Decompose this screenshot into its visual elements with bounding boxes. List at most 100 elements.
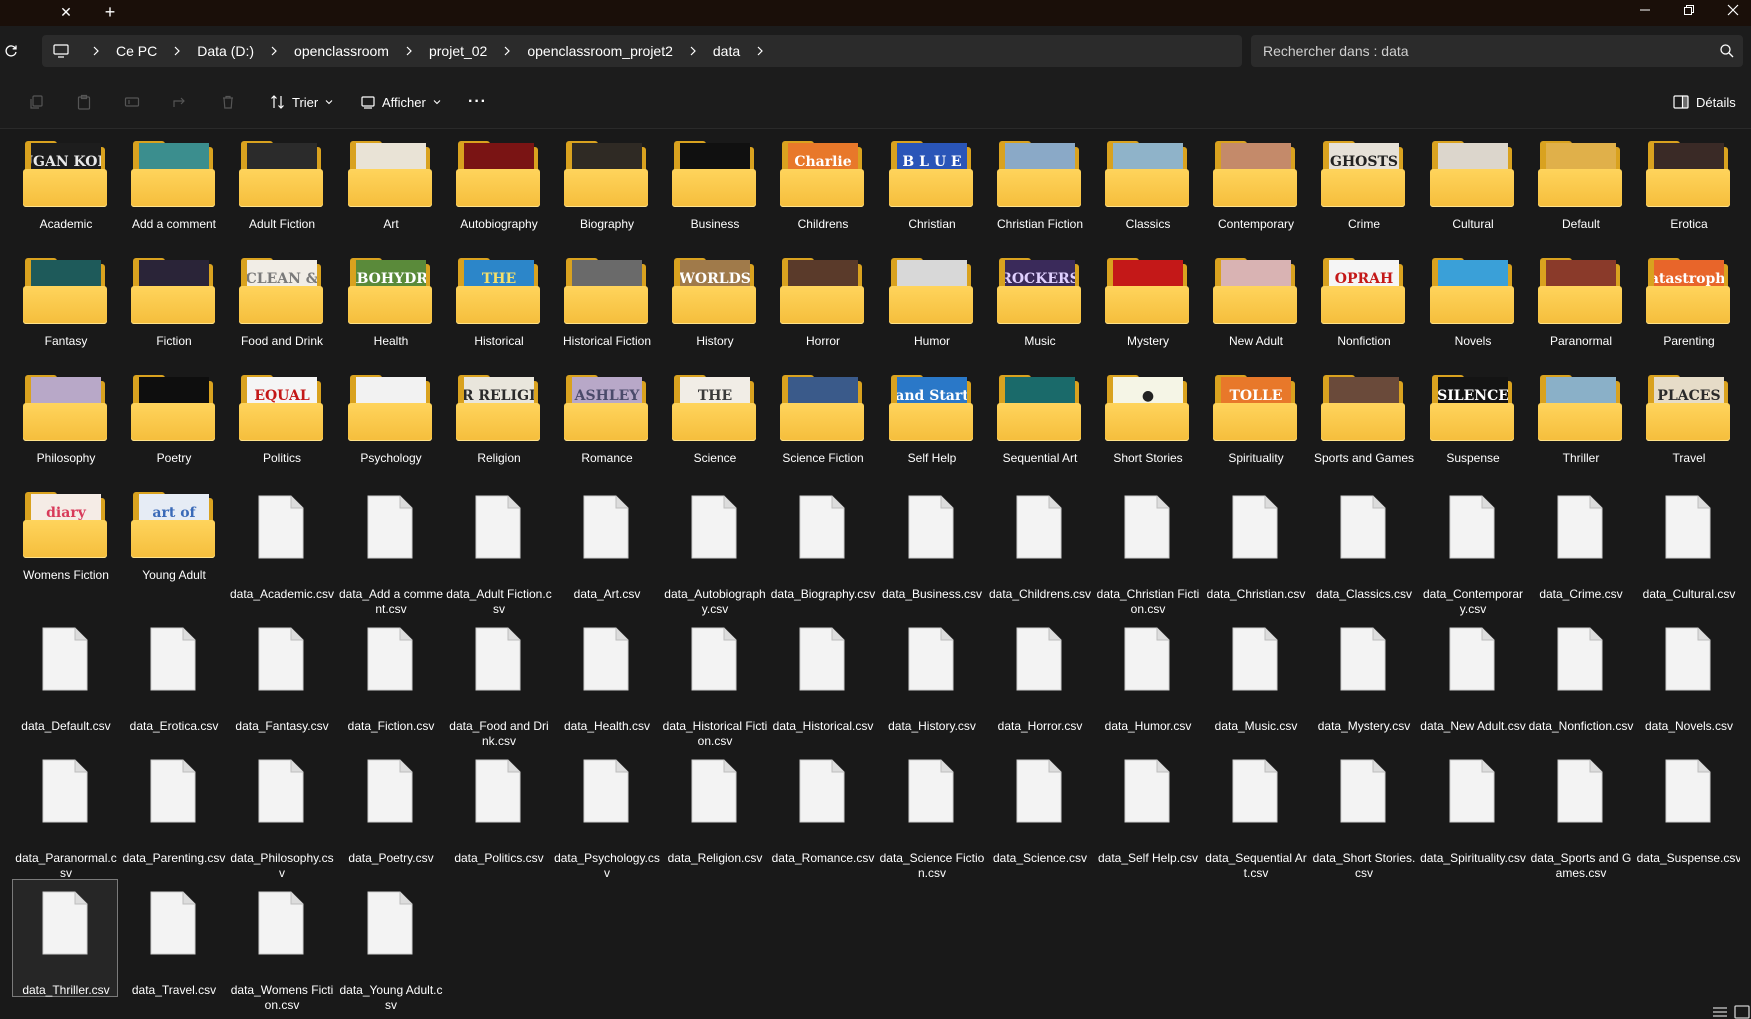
folder-christian[interactable]: B L U E Christian bbox=[878, 132, 984, 244]
file-data-science-fiction-csv[interactable]: data_Science Fiction.csv bbox=[878, 747, 984, 880]
file-data-novels-csv[interactable]: data_Novels.csv bbox=[1635, 615, 1740, 733]
new-tab-button[interactable]: + bbox=[98, 1, 122, 23]
folder-default[interactable]: Default bbox=[1527, 132, 1633, 244]
breadcrumb-chevron-icon[interactable] bbox=[258, 35, 290, 67]
file-data-historical-fiction-csv[interactable]: data_Historical Fiction.csv bbox=[661, 615, 767, 748]
folder-adult-fiction[interactable]: Adult Fiction bbox=[228, 132, 334, 244]
breadcrumb-item-ce-pc[interactable]: Ce PC bbox=[112, 43, 161, 59]
breadcrumb-chevron-icon[interactable] bbox=[80, 35, 112, 67]
folder-biography[interactable]: Biography bbox=[553, 132, 659, 244]
details-view-icon[interactable] bbox=[1712, 1005, 1728, 1019]
folder-nonfiction[interactable]: OPRAH Nonfiction bbox=[1310, 249, 1416, 361]
file-data-womens-fiction-csv[interactable]: data_Womens Fiction.csv bbox=[228, 879, 334, 1009]
folder-history[interactable]: WORLDS History bbox=[661, 249, 767, 361]
folder-young-adult[interactable]: art of Young Adult bbox=[120, 483, 226, 595]
file-data-horror-csv[interactable]: data_Horror.csv bbox=[986, 615, 1092, 733]
folder-suspense[interactable]: SILENCE Suspense bbox=[1419, 366, 1525, 478]
file-data-health-csv[interactable]: data_Health.csv bbox=[553, 615, 659, 733]
file-data-music-csv[interactable]: data_Music.csv bbox=[1202, 615, 1308, 733]
folder-music[interactable]: ROCKERS Music bbox=[986, 249, 1092, 361]
file-data-psychology-csv[interactable]: data_Psychology.csv bbox=[553, 747, 660, 880]
file-data-poetry-csv[interactable]: data_Poetry.csv bbox=[337, 747, 443, 865]
folder-psychology[interactable]: Psychology bbox=[337, 366, 443, 478]
file-data-biography-csv[interactable]: data_Biography.csv bbox=[769, 483, 875, 601]
folder-humor[interactable]: Humor bbox=[878, 249, 984, 361]
file-data-academic-csv[interactable]: data_Academic.csv bbox=[228, 483, 334, 601]
file-data-nonfiction-csv[interactable]: data_Nonfiction.csv bbox=[1527, 615, 1633, 733]
breadcrumb-item-data[interactable]: data bbox=[709, 43, 744, 59]
restore-button[interactable] bbox=[1674, 0, 1704, 20]
tab-close-button[interactable]: ✕ bbox=[54, 1, 78, 23]
folder-mystery[interactable]: Mystery bbox=[1094, 249, 1200, 361]
folder-historical[interactable]: THE Historical bbox=[445, 249, 551, 361]
file-data-religion-csv[interactable]: data_Religion.csv bbox=[661, 747, 767, 865]
file-data-fiction-csv[interactable]: data_Fiction.csv bbox=[337, 615, 443, 733]
file-data-childrens-csv[interactable]: data_Childrens.csv bbox=[986, 483, 1092, 601]
file-data-autobiography-csv[interactable]: data_Autobiography.csv bbox=[661, 483, 767, 616]
file-data-food-and-drink-csv[interactable]: data_Food and Drink.csv bbox=[445, 615, 551, 748]
folder-autobiography[interactable]: Autobiography bbox=[445, 132, 551, 244]
breadcrumb-item-data-drive[interactable]: Data (D:) bbox=[193, 43, 258, 59]
file-data-historical-csv[interactable]: data_Historical.csv bbox=[769, 615, 875, 733]
view-button[interactable]: Afficher bbox=[360, 87, 442, 117]
breadcrumb-chevron-icon[interactable] bbox=[677, 35, 709, 67]
file-data-thriller-csv[interactable]: data_Thriller.csv bbox=[12, 879, 118, 997]
share-button[interactable] bbox=[170, 92, 190, 112]
folder-philosophy[interactable]: Philosophy bbox=[12, 366, 118, 478]
file-data-add-a-comment-csv[interactable]: data_Add a comment.csv bbox=[337, 483, 443, 616]
refresh-button[interactable] bbox=[0, 39, 22, 63]
delete-button[interactable] bbox=[218, 92, 238, 112]
folder-self-help[interactable]: and Start Self Help bbox=[878, 366, 984, 478]
folder-spirituality[interactable]: TOLLE Spirituality bbox=[1202, 366, 1308, 478]
file-data-crime-csv[interactable]: data_Crime.csv bbox=[1527, 483, 1633, 601]
window-close-button[interactable] bbox=[1718, 0, 1748, 20]
folder-sequential-art[interactable]: Sequential Art bbox=[986, 366, 1092, 478]
breadcrumb-chevron-icon[interactable] bbox=[161, 35, 193, 67]
breadcrumb-chevron-icon[interactable] bbox=[744, 35, 776, 67]
file-data-politics-csv[interactable]: data_Politics.csv bbox=[445, 747, 551, 865]
folder-new-adult[interactable]: New Adult bbox=[1202, 249, 1308, 361]
folder-food-and-drink[interactable]: CLEAN & Food and Drink bbox=[228, 249, 334, 361]
file-data-sports-and-games-csv[interactable]: data_Sports and Games.csv bbox=[1527, 747, 1633, 880]
folder-womens-fiction[interactable]: diary Womens Fiction bbox=[12, 483, 118, 595]
minimize-button[interactable] bbox=[1630, 0, 1660, 20]
search-input[interactable] bbox=[1263, 35, 1703, 67]
folder-novels[interactable]: Novels bbox=[1419, 249, 1525, 361]
sort-button[interactable]: Trier bbox=[270, 87, 334, 117]
file-data-short-stories-csv[interactable]: data_Short Stories.csv bbox=[1310, 747, 1416, 880]
folder-politics[interactable]: EQUAL Politics bbox=[228, 366, 334, 478]
breadcrumb-chevron-icon[interactable] bbox=[393, 35, 425, 67]
breadcrumb-item-openclassroom[interactable]: openclassroom bbox=[290, 43, 393, 59]
folder-christian-fiction[interactable]: Christian Fiction bbox=[986, 132, 1092, 244]
folder-cultural[interactable]: Cultural bbox=[1419, 132, 1525, 244]
large-icons-view-icon[interactable] bbox=[1734, 1005, 1750, 1019]
folder-fiction[interactable]: Fiction bbox=[120, 249, 226, 361]
folder-short-stories[interactable]: ● Short Stories bbox=[1094, 366, 1200, 478]
folder-paranormal[interactable]: Paranormal bbox=[1527, 249, 1633, 361]
copy-button[interactable] bbox=[26, 92, 46, 112]
folder-sports-and-games[interactable]: Sports and Games bbox=[1310, 366, 1416, 478]
file-data-travel-csv[interactable]: data_Travel.csv bbox=[120, 879, 226, 997]
file-data-humor-csv[interactable]: data_Humor.csv bbox=[1094, 615, 1200, 733]
file-data-paranormal-csv[interactable]: data_Paranormal.csv bbox=[12, 747, 118, 880]
folder-health[interactable]: CARBOHYDRATE Health bbox=[337, 249, 443, 361]
file-data-christian-csv[interactable]: data_Christian.csv bbox=[1202, 483, 1308, 601]
folder-historical-fiction[interactable]: Historical Fiction bbox=[553, 249, 659, 361]
file-data-romance-csv[interactable]: data_Romance.csv bbox=[769, 747, 875, 865]
rename-button[interactable] bbox=[122, 92, 142, 112]
file-data-parenting-csv[interactable]: data_Parenting.csv bbox=[120, 747, 226, 865]
folder-art[interactable]: Art bbox=[337, 132, 443, 244]
breadcrumb-item-openclassroom-projet2[interactable]: openclassroom_projet2 bbox=[523, 43, 677, 59]
folder-childrens[interactable]: Charlie Childrens bbox=[769, 132, 875, 244]
folder-fantasy[interactable]: Fantasy bbox=[12, 249, 118, 361]
folder-crime[interactable]: GHOSTS Crime bbox=[1310, 132, 1416, 244]
file-data-classics-csv[interactable]: data_Classics.csv bbox=[1310, 483, 1416, 601]
file-data-self-help-csv[interactable]: data_Self Help.csv bbox=[1094, 747, 1200, 865]
file-data-new-adult-csv[interactable]: data_New Adult.csv bbox=[1419, 615, 1526, 733]
file-data-fantasy-csv[interactable]: data_Fantasy.csv bbox=[228, 615, 334, 733]
file-data-young-adult-csv[interactable]: data_Young Adult.csv bbox=[337, 879, 443, 1009]
file-data-cultural-csv[interactable]: data_Cultural.csv bbox=[1635, 483, 1740, 601]
file-data-art-csv[interactable]: data_Art.csv bbox=[553, 483, 659, 601]
file-data-history-csv[interactable]: data_History.csv bbox=[878, 615, 984, 733]
file-data-suspense-csv[interactable]: data_Suspense.csv bbox=[1635, 747, 1740, 865]
